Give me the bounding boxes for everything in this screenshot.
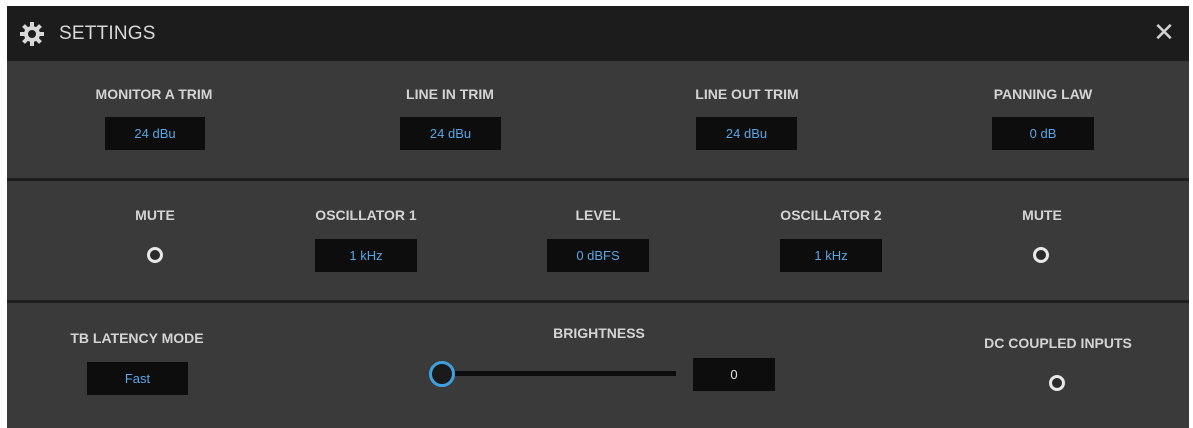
panning-law-label: PANNING LAW: [993, 86, 1093, 102]
brightness-slider-track[interactable]: [450, 371, 676, 376]
mute-2-radio[interactable]: [1033, 247, 1049, 263]
level-label: LEVEL: [575, 207, 621, 223]
tb-latency-mode-label: TB LATENCY MODE: [70, 330, 204, 346]
dc-coupled-inputs-radio[interactable]: [1049, 375, 1065, 391]
panning-law-field[interactable]: 0 dB: [992, 117, 1094, 150]
mute-1-label: MUTE: [135, 207, 175, 223]
section-divider: [7, 300, 1189, 303]
brightness-value-field[interactable]: 0: [693, 358, 775, 391]
oscillator-2-label: OSCILLATOR 2: [780, 207, 882, 223]
mute-2-label: MUTE: [1022, 207, 1062, 223]
line-out-trim-field[interactable]: 24 dBu: [696, 117, 797, 150]
settings-window: SETTINGS ✕ MONITOR A TRIM 24 dBu LINE IN…: [7, 6, 1189, 428]
level-field[interactable]: 0 dBFS: [547, 239, 649, 272]
window-title: SETTINGS: [59, 23, 156, 44]
brightness-slider-thumb[interactable]: [429, 361, 455, 387]
title-bar: SETTINGS ✕: [7, 6, 1189, 61]
monitor-a-trim-label: MONITOR A TRIM: [95, 86, 213, 102]
monitor-a-trim-field[interactable]: 24 dBu: [105, 117, 205, 150]
close-icon[interactable]: ✕: [1151, 19, 1177, 45]
line-out-trim-label: LINE OUT TRIM: [695, 86, 799, 102]
line-in-trim-label: LINE IN TRIM: [406, 86, 494, 102]
mute-1-radio[interactable]: [147, 247, 163, 263]
tb-latency-mode-field[interactable]: Fast: [87, 362, 188, 395]
gear-icon: [20, 22, 44, 46]
brightness-label: BRIGHTNESS: [553, 325, 645, 341]
line-in-trim-field[interactable]: 24 dBu: [400, 117, 501, 150]
oscillator-2-field[interactable]: 1 kHz: [780, 239, 882, 272]
oscillator-1-field[interactable]: 1 kHz: [315, 239, 417, 272]
section-divider: [7, 178, 1189, 181]
dc-coupled-inputs-label: DC COUPLED INPUTS: [984, 335, 1132, 351]
oscillator-1-label: OSCILLATOR 1: [315, 207, 417, 223]
